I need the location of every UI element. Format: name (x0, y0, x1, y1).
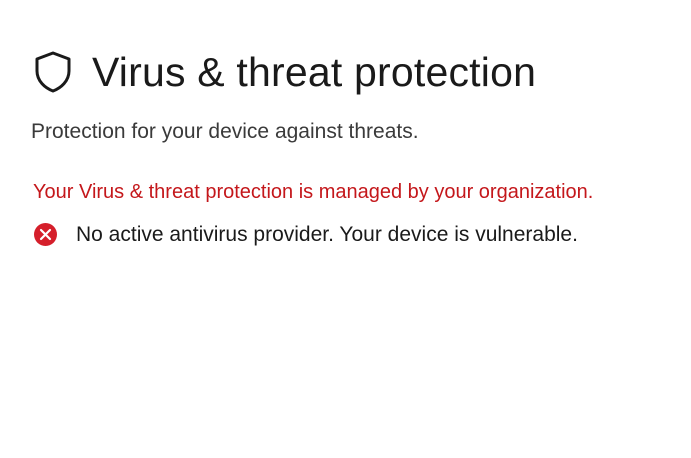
shield-icon (32, 50, 74, 94)
virus-threat-protection-page: Virus & threat protection Protection for… (0, 0, 691, 458)
page-subtitle: Protection for your device against threa… (31, 120, 419, 143)
managed-by-organization-message: Your Virus & threat protection is manage… (33, 181, 594, 203)
page-title: Virus & threat protection (92, 49, 537, 95)
antivirus-status: No active antivirus provider. Your devic… (33, 222, 578, 247)
error-icon (33, 222, 58, 247)
page-header: Virus & threat protection (32, 48, 536, 96)
antivirus-status-text: No active antivirus provider. Your devic… (76, 222, 578, 246)
